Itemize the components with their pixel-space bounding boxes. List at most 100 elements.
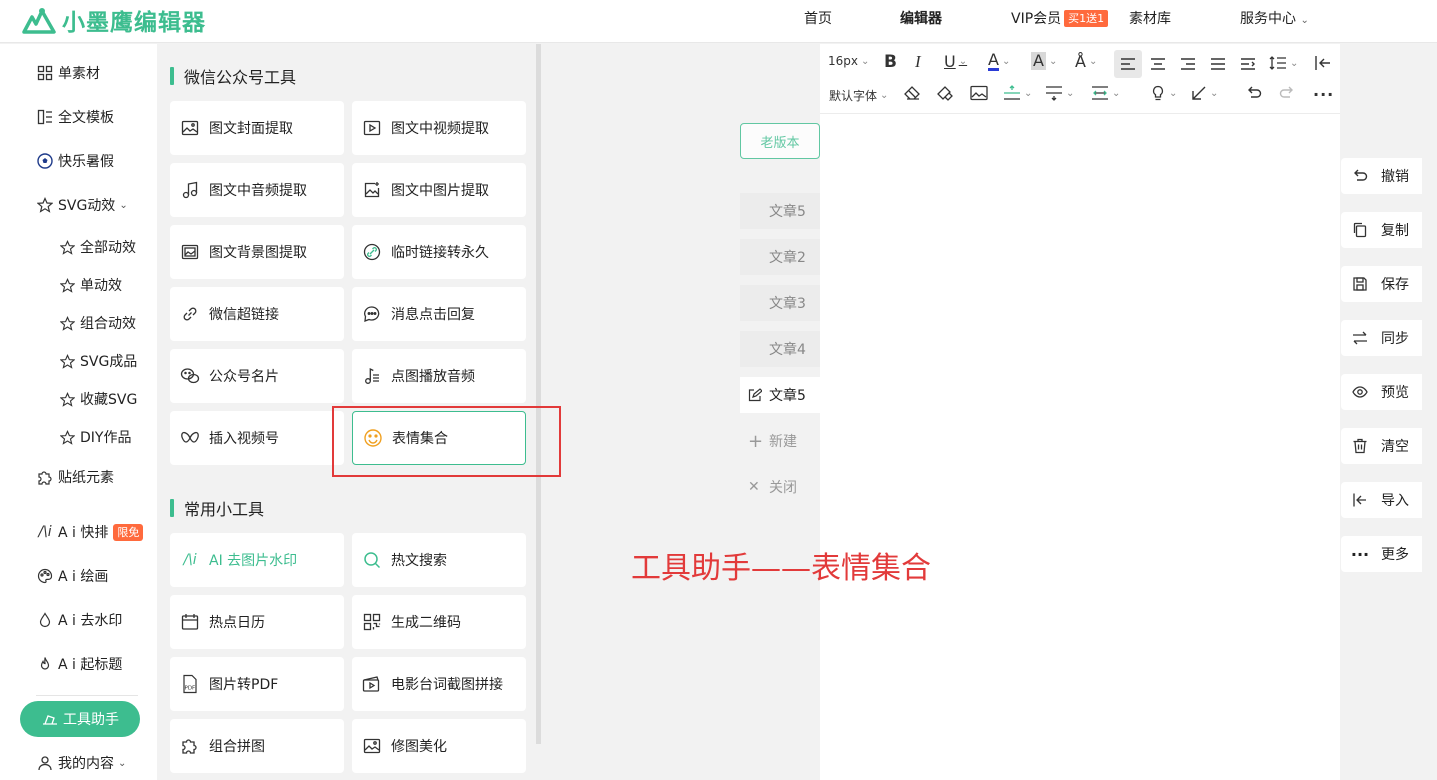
grid-icon (36, 64, 54, 82)
tool-hot-search[interactable]: 热文搜索 (352, 533, 526, 587)
sidebar-sub-diy[interactable]: DIY作品 (58, 427, 131, 447)
nav-editor[interactable]: 编辑器 (900, 0, 942, 40)
tool-label: 消息点击回复 (391, 307, 475, 323)
line-height-icon[interactable]: ⌄ (1269, 55, 1298, 71)
sidebar-item-ai-paint[interactable]: A i 绘画 (36, 566, 108, 586)
highlight-color-icon[interactable]: A ⌄ (1031, 52, 1057, 70)
lightbulb-icon[interactable]: ⌄ (1150, 85, 1177, 101)
logo[interactable]: 小墨鹰编辑器 (22, 3, 206, 37)
film-icon (362, 674, 382, 694)
tool-video-extract[interactable]: 图文中视频提取 (352, 101, 526, 155)
sidebar-item-single[interactable]: 单素材 (36, 63, 100, 83)
bold-icon[interactable]: B (884, 52, 897, 72)
font-family-select[interactable]: 默认字体 ⌄ (829, 87, 888, 104)
letter-spacing-icon[interactable]: ⌄ (1091, 85, 1120, 101)
italic-icon[interactable]: I (915, 52, 921, 72)
sidebar-item-ai-title[interactable]: A i 起标题 (36, 654, 122, 674)
close-article-label: 关闭 (769, 480, 797, 496)
sidebar-sub-single-anim[interactable]: 单动效 (58, 275, 122, 295)
sidebar-item-svg[interactable]: SVG动效 ⌄ (36, 195, 128, 215)
tool-photo-retouch[interactable]: 修图美化 (352, 719, 526, 773)
article-tab[interactable]: 文章3 (740, 285, 820, 321)
sidebar-item-stickers[interactable]: 贴纸元素 (36, 467, 114, 487)
article-tab[interactable]: 文章4 (740, 331, 820, 367)
copy-button[interactable]: 复制 (1341, 212, 1422, 248)
sidebar-item-ai-watermark[interactable]: A i 去水印 (36, 610, 122, 630)
undo-toolbar-icon[interactable] (1246, 85, 1262, 101)
nav-home[interactable]: 首页 (804, 0, 832, 40)
sidebar-item-my-content[interactable]: 我的内容 ⌄ (36, 753, 126, 773)
article-tab[interactable]: 文章2 (740, 239, 820, 275)
tool-background-extract[interactable]: 图文背景图提取 (170, 225, 344, 279)
star-icon (58, 352, 76, 370)
align-center-icon[interactable] (1150, 57, 1166, 71)
tool-helper-button[interactable]: 工具助手 (20, 701, 140, 737)
import-button[interactable]: 导入 (1341, 482, 1422, 518)
sync-button[interactable]: 同步 (1341, 320, 1422, 356)
arrow-icon[interactable]: ⌄ (1191, 85, 1218, 101)
paragraph-spacing-icon[interactable]: ⌄ (1045, 85, 1074, 101)
tool-label: 点图播放音频 (391, 369, 475, 385)
sidebar-sub-fav-svg[interactable]: 收藏SVG (58, 389, 137, 409)
insert-image-icon[interactable] (970, 85, 988, 101)
close-article-button[interactable]: ✕ 关闭 (740, 469, 820, 505)
section-accent-bar (170, 67, 174, 85)
underline-icon[interactable]: U ⌄ (944, 52, 967, 71)
align-right-icon[interactable] (1180, 57, 1196, 71)
star-icon (58, 314, 76, 332)
preview-button[interactable]: 预览 (1341, 374, 1422, 410)
tool-ai-watermark[interactable]: /\i AI 去图片水印 (170, 533, 344, 587)
tool-cover-extract[interactable]: 图文封面提取 (170, 101, 344, 155)
eraser-icon[interactable] (903, 85, 921, 101)
tool-movie-subtitle[interactable]: 电影台词截图拼接 (352, 657, 526, 711)
tool-combo-puzzle[interactable]: 组合拼图 (170, 719, 344, 773)
redo-toolbar-icon[interactable] (1279, 85, 1295, 101)
ai-icon: /\i (38, 524, 52, 540)
nav-service[interactable]: 服务中心 ⌄ (1240, 0, 1309, 40)
link-icon (180, 304, 200, 324)
tool-message-reply[interactable]: 消息点击回复 (352, 287, 526, 341)
indent-icon[interactable] (1240, 57, 1256, 71)
format-painter-icon[interactable] (936, 85, 954, 101)
article-tab-active[interactable]: 文章5 (740, 377, 820, 413)
new-article-button[interactable]: + 新建 (740, 423, 820, 459)
tool-link-permanent[interactable]: 临时链接转永久 (352, 225, 526, 279)
editor-canvas[interactable]: 16px ⌄ B I U ⌄ A ⌄ A ⌄ Å ⌄ ⌄ 默认字体 ⌄ ⌄ ⌄ ⌄ ⌄ ⌄… (820, 44, 1340, 780)
align-justify-icon[interactable] (1210, 57, 1226, 71)
sidebar-sub-combo-anim[interactable]: 组合动效 (58, 313, 136, 333)
more-icon[interactable]: ··· (1313, 85, 1334, 104)
old-version-button[interactable]: 老版本 (740, 123, 820, 159)
font-color-icon[interactable]: A ⌄ (988, 52, 1010, 71)
clear-button[interactable]: 清空 (1341, 428, 1422, 464)
logo-text: 小墨鹰编辑器 (62, 10, 206, 36)
soccer-ball-icon (36, 152, 54, 170)
tool-wechat-hyperlink[interactable]: 微信超链接 (170, 287, 344, 341)
sidebar-sub-all-anim[interactable]: 全部动效 (58, 237, 136, 257)
article-tab[interactable]: 文章5 (740, 193, 820, 229)
align-left-icon[interactable] (1114, 50, 1142, 78)
tool-audio-extract[interactable]: 图文中音频提取 (170, 163, 344, 217)
collapse-toolbar-icon[interactable] (1314, 55, 1332, 71)
text-effect-icon[interactable]: Å ⌄ (1075, 52, 1097, 71)
nav-vip[interactable]: VIP会员 买1送1 (1011, 0, 1109, 40)
divider-icon[interactable]: ⌄ (1003, 85, 1032, 101)
sidebar-item-ai-layout[interactable]: /\i A i 快排 限免 (36, 522, 144, 542)
sidebar-sub-svg-product[interactable]: SVG成品 (58, 351, 137, 371)
tool-account-card[interactable]: 公众号名片 (170, 349, 344, 403)
undo-button[interactable]: 撤销 (1341, 158, 1422, 194)
tool-image-extract[interactable]: 图文中图片提取 (352, 163, 526, 217)
tool-click-audio[interactable]: 点图播放音频 (352, 349, 526, 403)
save-button[interactable]: 保存 (1341, 266, 1422, 302)
sidebar-item-label: A i 起标题 (58, 657, 123, 673)
tool-label: 图片转PDF (209, 677, 279, 693)
tool-insert-channels[interactable]: 插入视频号 (170, 411, 344, 465)
nav-materials[interactable]: 素材库 (1129, 0, 1171, 40)
tool-hot-calendar[interactable]: 热点日历 (170, 595, 344, 649)
sidebar-item-template[interactable]: 全文模板 (36, 107, 114, 127)
tool-image-to-pdf[interactable]: PDF 图片转PDF (170, 657, 344, 711)
tool-qrcode[interactable]: 生成二维码 (352, 595, 526, 649)
more-button[interactable]: ··· 更多 (1341, 536, 1422, 572)
sidebar-item-summer[interactable]: 快乐暑假 (36, 151, 114, 171)
font-size-select[interactable]: 16px ⌄ (828, 54, 869, 68)
panel-scrollbar[interactable] (536, 44, 541, 744)
